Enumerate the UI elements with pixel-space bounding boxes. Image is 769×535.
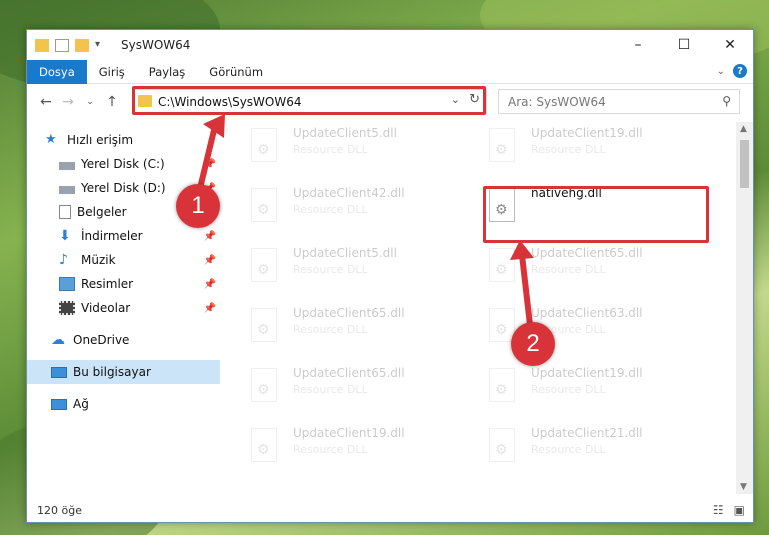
step-badge-2: 2 bbox=[511, 322, 555, 366]
step-badge-1: 1 bbox=[176, 184, 220, 228]
annotation-arrows bbox=[193, 114, 534, 326]
